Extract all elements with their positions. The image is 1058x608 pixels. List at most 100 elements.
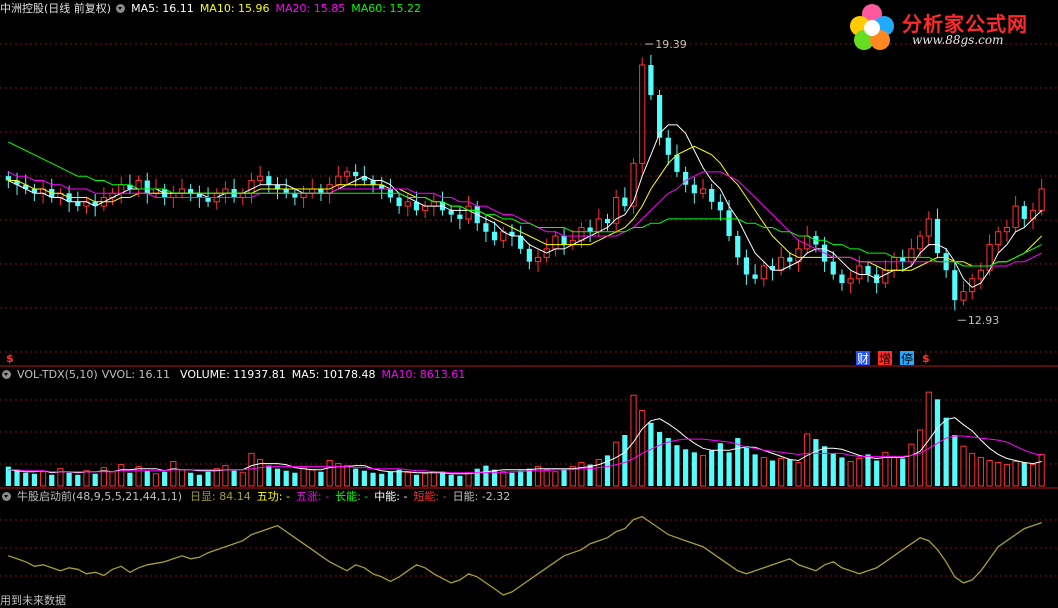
volume-bar [943,417,949,486]
volume-bar [109,471,116,487]
volume-bar [587,464,593,486]
candle-body [752,274,758,279]
candle-body [5,176,11,181]
candle-body [908,248,915,263]
candle-body [75,201,81,207]
candle-body [787,257,793,262]
signal-marker: $ [6,352,14,365]
candle-body [205,197,211,202]
candle-body [318,189,324,194]
panel-menu-icon[interactable] [2,370,11,379]
volume-bar [205,471,211,486]
volume-bar [196,474,202,486]
volume-bar [326,460,333,487]
candle-body [587,227,593,232]
candle-body [977,269,984,280]
volume-bar [379,473,385,486]
candle-body [170,192,177,199]
volume-bar [343,465,351,487]
candle-body [552,235,559,250]
candle-body [283,189,289,194]
volume-bar [709,450,715,486]
volume-bar [977,456,984,487]
volume-bar [14,470,20,486]
panel-menu-icon[interactable] [2,492,11,501]
volume-bar [1012,461,1019,487]
candle-body [178,188,186,194]
volume-bar [127,472,133,486]
volume-bar [413,474,420,486]
candle-body [1038,188,1045,211]
panel-menu-icon[interactable] [116,4,126,13]
candle-body [248,179,255,194]
volume-bar [778,457,785,487]
volume-bar [795,462,802,487]
volume-bar [561,468,567,486]
ma-line-ma10 [8,145,1043,271]
volume-bar [1038,453,1045,487]
candle-body [691,184,697,194]
zhongneng-label: 中能: - [374,490,408,503]
candle-body [396,197,402,207]
volume-bar [23,472,29,486]
annotations: 19.39 12.93 财增停 $ $ [6,38,999,366]
candle-body [561,236,567,245]
future-data-note: 用到未来数据 [0,594,66,607]
volume-bar [509,472,515,486]
ma-line-ma60 [8,141,1042,267]
candle-body [900,257,906,262]
indicator-panel-header: 牛股启动前(48,9,5,5,21,44,1,1) 日显: 84.14 五功: - 五… [0,489,516,505]
candle-body [630,162,637,207]
volume-bar [283,470,289,486]
volume-bar [630,394,637,487]
volume-bar [622,435,628,486]
candle-body [726,210,732,237]
volume-bar [300,466,307,487]
volume-bar [847,461,854,487]
candle-body [665,137,671,155]
volume-bar [916,429,924,487]
volume-bar [492,469,498,486]
volume-bar [39,471,47,487]
candle-body [465,205,472,220]
volume-bar [422,473,429,487]
volume-bar [830,453,836,486]
volume-bar [188,472,194,486]
wuzhang-label: 五涨: - [295,490,330,503]
vvol-label: VVOL: 16.11 [101,368,171,381]
volume-bar [648,422,654,486]
volume-bar [239,472,246,487]
volume-bar [457,475,463,486]
volume-bar [248,452,255,487]
candle-body [830,261,836,275]
volume-bar [152,473,160,487]
candle-body [353,171,359,177]
volume-bar [474,468,480,486]
volume-bar [353,468,359,486]
volume-bar [890,455,898,487]
volume-bar [178,469,186,487]
ma5-label: MA5: 16.11 [131,2,194,15]
candle-body [274,184,281,189]
volume-bar [665,438,671,486]
logo-url: www.88gs.com [912,33,1004,47]
ma10-label: MA10: 15.96 [199,2,270,15]
volume-bar [683,449,689,486]
duanneng-label: 短能: - [413,490,447,503]
vol-ma5-label: MA5: 10178.48 [291,368,376,381]
candle-body [595,218,602,233]
volume-bar [274,468,281,486]
candle-body [222,188,229,194]
volume-bar [266,465,272,486]
volume-bar [430,471,437,487]
candle-body [699,188,707,194]
volume-panel-header: VOL-TDX(5,10) VVOL: 16.11 VOLUME: 11937.81… [0,367,471,383]
volume-bar [874,460,880,486]
volume-bar [960,445,967,487]
signal-marker: $ [922,352,930,365]
volume-bar [309,469,316,487]
candle-body [144,180,150,194]
volume-bar [925,391,932,487]
site-logo: 分析家公式网 www.88gs.com [842,2,1052,52]
volume-bar [1029,464,1037,487]
